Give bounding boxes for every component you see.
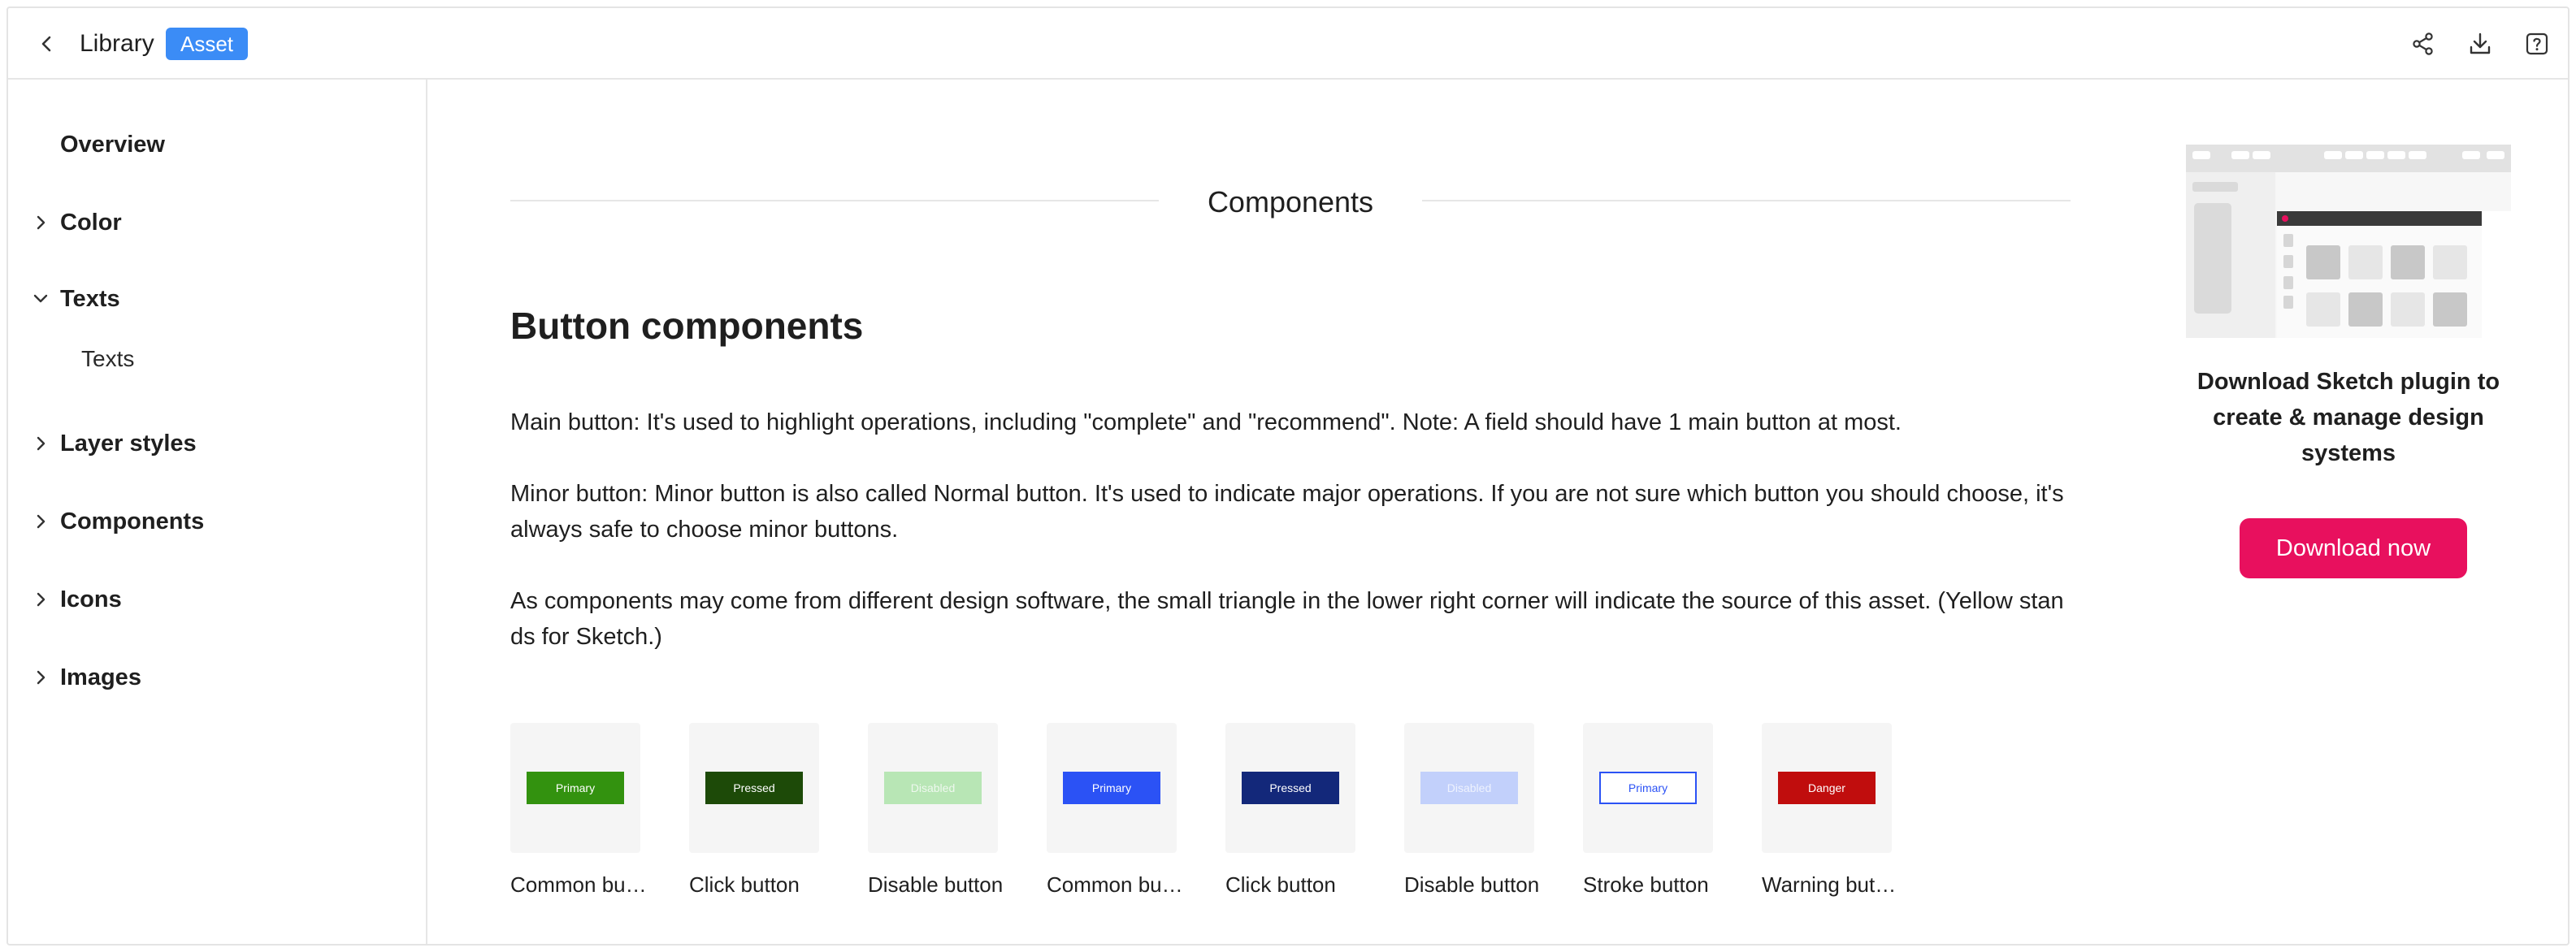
download-now-button[interactable]: Download now [2240, 518, 2467, 578]
section-header: Components [510, 180, 2071, 221]
component-thumbnail: Disabled [1404, 723, 1534, 853]
chevron-down-icon [29, 288, 52, 310]
chevron-right-icon [29, 510, 52, 533]
component-card[interactable]: Pressed Click button [689, 723, 819, 898]
button-sample: Primary [1599, 772, 1697, 804]
back-button[interactable] [33, 29, 62, 58]
component-caption: Common button [1047, 872, 1185, 897]
component-card[interactable]: Disabled Disable button [868, 723, 1003, 898]
sidebar-item-icons[interactable]: Icons [8, 575, 426, 624]
sidebar-item-label: Icons [60, 586, 122, 612]
asset-badge: Asset [166, 28, 249, 60]
component-card[interactable]: Primary Common button [510, 723, 648, 898]
share-button[interactable] [2409, 29, 2438, 58]
chevron-left-icon [41, 36, 51, 52]
right-panel: Download Sketch plugin to create & manag… [2137, 80, 2568, 944]
component-caption: Disable button [868, 872, 1004, 897]
sidebar-item-label: Components [60, 508, 205, 534]
paragraph-source: As components may come from different de… [510, 588, 2064, 650]
component-caption: Stroke button [1583, 872, 1709, 897]
help-button[interactable] [2522, 29, 2552, 58]
component-caption: Common button [510, 872, 648, 897]
sidebar-item-label: Layer styles [60, 430, 197, 457]
sidebar-item-label: Overview [60, 131, 165, 158]
component-caption: Warning button [1762, 872, 1900, 897]
chevron-right-icon [29, 588, 52, 611]
component-thumbnail: Disabled [868, 723, 998, 853]
promo-text: Download Sketch plugin to create & manag… [2197, 369, 2500, 466]
button-sample: Pressed [705, 772, 803, 804]
component-thumbnail: Primary [510, 723, 640, 853]
component-card[interactable]: Primary Common button [1047, 723, 1185, 898]
sidebar: Overview Color Texts Texts Layer styles … [8, 80, 427, 944]
button-sample: Disabled [884, 772, 982, 804]
main-content: Components Button components Main button… [429, 80, 2136, 944]
component-caption: Click button [689, 872, 800, 897]
component-thumbnail: Primary [1583, 723, 1713, 853]
breadcrumb-library[interactable]: Library [80, 29, 154, 58]
sidebar-item-images[interactable]: Images [8, 653, 426, 702]
paragraph-main-button: Main button: It's used to highlight oper… [510, 409, 1902, 435]
sidebar-item-layer-styles[interactable]: Layer styles [8, 419, 426, 468]
component-thumbnail: Primary [1047, 723, 1177, 853]
component-thumbnail: Danger [1762, 723, 1892, 853]
sidebar-item-texts[interactable]: Texts [8, 275, 426, 323]
plugin-preview-image [2186, 145, 2511, 338]
button-sample: Primary [1063, 772, 1160, 804]
sidebar-item-components[interactable]: Components [8, 497, 426, 546]
page-heading: Button components [510, 305, 864, 347]
help-icon [2526, 32, 2548, 55]
section-title: Components [1158, 185, 1423, 219]
button-sample: Disabled [1420, 772, 1518, 804]
sidebar-item-label: Images [60, 664, 141, 690]
component-thumbnail: Pressed [689, 723, 819, 853]
sidebar-subitem-texts[interactable]: Texts [81, 346, 134, 372]
button-sample: Danger [1778, 772, 1876, 804]
top-header: Library Asset [8, 8, 2568, 80]
component-card[interactable]: Primary Stroke button [1583, 723, 1713, 898]
download-button[interactable] [2465, 29, 2495, 58]
component-card[interactable]: Disabled Disable button [1404, 723, 1539, 898]
sidebar-item-label: Texts [60, 285, 120, 312]
sidebar-item-label: Color [60, 209, 122, 236]
sidebar-item-overview[interactable]: Overview [8, 120, 426, 169]
share-icon [2413, 32, 2433, 55]
sidebar-item-color[interactable]: Color [8, 198, 426, 247]
chevron-right-icon [29, 432, 52, 455]
chevron-right-icon [29, 211, 52, 234]
chevron-right-icon [29, 666, 52, 689]
button-sample: Primary [527, 772, 624, 804]
component-card[interactable]: Danger Warning button [1762, 723, 1900, 898]
app-window: Library Asset Overview Color Texts Texts… [7, 6, 2569, 946]
download-icon [2470, 32, 2491, 54]
component-card[interactable]: Pressed Click button [1225, 723, 1355, 898]
paragraph-minor-button: Minor button: Minor button is also calle… [510, 481, 2064, 543]
component-thumbnail: Pressed [1225, 723, 1355, 853]
component-caption: Click button [1225, 872, 1336, 897]
component-caption: Disable button [1404, 872, 1540, 897]
button-sample: Pressed [1242, 772, 1339, 804]
